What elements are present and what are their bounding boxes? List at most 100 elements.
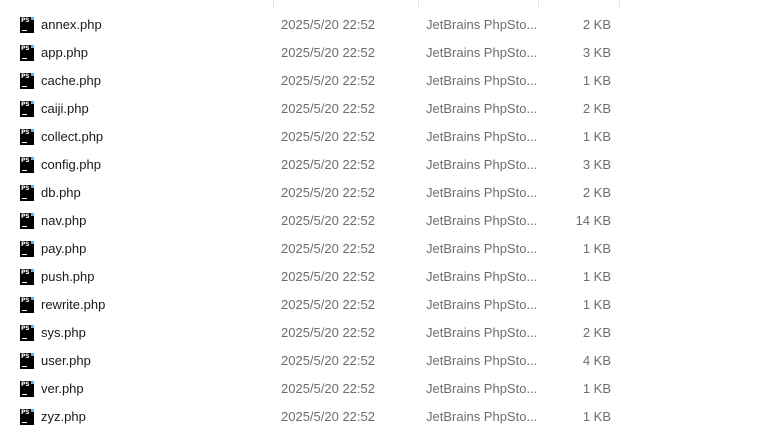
file-name[interactable]: push.php (41, 268, 95, 286)
file-icon-bar (22, 310, 27, 311)
file-icon-bar (22, 170, 27, 171)
file-icon-bar (22, 86, 27, 87)
phpstorm-file-icon: PS (20, 185, 34, 201)
file-icon-label: PS (21, 101, 30, 108)
file-icon-accent (31, 269, 34, 272)
file-row[interactable]: PS rewrite.php 2025/5/20 22:52 JetBrains Ph… (0, 291, 761, 319)
file-size: 1 KB (582, 381, 611, 396)
file-type: JetBrains PhpSto... (426, 297, 538, 312)
file-icon-bar (22, 254, 27, 255)
file-size: 1 KB (582, 269, 611, 284)
file-type: JetBrains PhpSto... (426, 129, 538, 144)
file-size: 1 KB (582, 241, 611, 256)
file-icon-label: PS (21, 353, 30, 360)
file-icon-accent (31, 101, 34, 104)
file-icon-accent (31, 213, 34, 216)
file-row[interactable]: PS config.php 2025/5/20 22:52 JetBrains Php… (0, 151, 761, 179)
file-name[interactable]: caiji.php (41, 100, 89, 118)
file-row[interactable]: PS cache.php 2025/5/20 22:52 JetBrains PhpS… (0, 67, 761, 95)
file-icon-bar (22, 114, 27, 115)
file-icon-bar (22, 198, 27, 199)
file-modified-date: 2025/5/20 22:52 (281, 45, 375, 60)
file-size: 4 KB (582, 353, 611, 368)
phpstorm-file-icon: PS (20, 325, 34, 341)
file-name[interactable]: collect.php (41, 128, 103, 146)
file-type: JetBrains PhpSto... (426, 241, 538, 256)
file-modified-date: 2025/5/20 22:52 (281, 269, 375, 284)
file-row[interactable]: PS nav.php 2025/5/20 22:52 JetBrains PhpSto… (0, 207, 761, 235)
file-name[interactable]: pay.php (41, 240, 86, 258)
file-icon-bar (22, 282, 27, 283)
column-divider (619, 0, 620, 8)
file-modified-date: 2025/5/20 22:52 (281, 213, 375, 228)
file-size: 2 KB (582, 325, 611, 340)
file-name[interactable]: user.php (41, 352, 91, 370)
file-icon-bar (22, 338, 27, 339)
file-row[interactable]: PS sys.php 2025/5/20 22:52 JetBrains PhpSto… (0, 319, 761, 347)
file-modified-date: 2025/5/20 22:52 (281, 241, 375, 256)
phpstorm-file-icon: PS (20, 353, 34, 369)
file-type: JetBrains PhpSto... (426, 157, 538, 172)
file-icon-accent (31, 185, 34, 188)
file-name[interactable]: sys.php (41, 324, 86, 342)
phpstorm-file-icon: PS (20, 409, 34, 425)
file-modified-date: 2025/5/20 22:52 (281, 185, 375, 200)
file-icon-label: PS (21, 269, 30, 276)
file-icon-accent (31, 353, 34, 356)
file-icon-bar (22, 142, 27, 143)
file-modified-date: 2025/5/20 22:52 (281, 129, 375, 144)
file-row[interactable]: PS collect.php 2025/5/20 22:52 JetBrains Ph… (0, 123, 761, 151)
file-list: PS annex.php 2025/5/20 22:52 JetBrains PhpS… (0, 0, 761, 447)
file-icon-label: PS (21, 17, 30, 24)
file-size: 2 KB (582, 185, 611, 200)
file-icon-accent (31, 73, 34, 76)
file-row[interactable]: PS annex.php 2025/5/20 22:52 JetBrains PhpS… (0, 11, 761, 39)
phpstorm-file-icon: PS (20, 73, 34, 89)
file-type: JetBrains PhpSto... (426, 213, 538, 228)
file-icon-bar (22, 366, 27, 367)
phpstorm-file-icon: PS (20, 17, 34, 33)
file-name[interactable]: cache.php (41, 72, 101, 90)
phpstorm-file-icon: PS (20, 381, 34, 397)
file-icon-label: PS (21, 157, 30, 164)
file-icon-label: PS (21, 73, 30, 80)
file-modified-date: 2025/5/20 22:52 (281, 353, 375, 368)
file-row[interactable]: PS zyz.php 2025/5/20 22:52 JetBrains PhpSto… (0, 403, 761, 431)
file-modified-date: 2025/5/20 22:52 (281, 325, 375, 340)
file-row[interactable]: PS db.php 2025/5/20 22:52 JetBrains PhpSto.… (0, 179, 761, 207)
file-icon-label: PS (21, 241, 30, 248)
file-row[interactable]: PS push.php 2025/5/20 22:52 JetBrains PhpSt… (0, 263, 761, 291)
file-modified-date: 2025/5/20 22:52 (281, 101, 375, 116)
file-icon-accent (31, 129, 34, 132)
file-icon-label: PS (21, 381, 30, 388)
file-row[interactable]: PS user.php 2025/5/20 22:52 JetBrains PhpSt… (0, 347, 761, 375)
file-size: 3 KB (582, 45, 611, 60)
file-name[interactable]: db.php (41, 184, 81, 202)
file-row[interactable]: PS caiji.php 2025/5/20 22:52 JetBrains PhpS… (0, 95, 761, 123)
file-name[interactable]: nav.php (41, 212, 86, 230)
file-name[interactable]: app.php (41, 44, 88, 62)
file-type: JetBrains PhpSto... (426, 101, 538, 116)
file-row[interactable]: PS pay.php 2025/5/20 22:52 JetBrains PhpSto… (0, 235, 761, 263)
file-size: 1 KB (582, 129, 611, 144)
file-icon-bar (22, 226, 27, 227)
file-icon-label: PS (21, 409, 30, 416)
file-icon-accent (31, 241, 34, 244)
file-name[interactable]: ver.php (41, 380, 84, 398)
file-type: JetBrains PhpSto... (426, 381, 538, 396)
file-name[interactable]: config.php (41, 156, 101, 174)
file-icon-bar (22, 394, 27, 395)
file-name[interactable]: rewrite.php (41, 296, 105, 314)
file-size: 3 KB (582, 157, 611, 172)
file-name[interactable]: zyz.php (41, 408, 86, 426)
phpstorm-file-icon: PS (20, 297, 34, 313)
file-row[interactable]: PS app.php 2025/5/20 22:52 JetBrains PhpSto… (0, 39, 761, 67)
file-row[interactable]: PS ver.php 2025/5/20 22:52 JetBrains PhpSto… (0, 375, 761, 403)
file-name[interactable]: annex.php (41, 16, 102, 34)
file-icon-label: PS (21, 297, 30, 304)
column-divider (273, 0, 274, 8)
file-type: JetBrains PhpSto... (426, 17, 538, 32)
file-icon-label: PS (21, 213, 30, 220)
file-icon-bar (22, 58, 27, 59)
file-modified-date: 2025/5/20 22:52 (281, 157, 375, 172)
